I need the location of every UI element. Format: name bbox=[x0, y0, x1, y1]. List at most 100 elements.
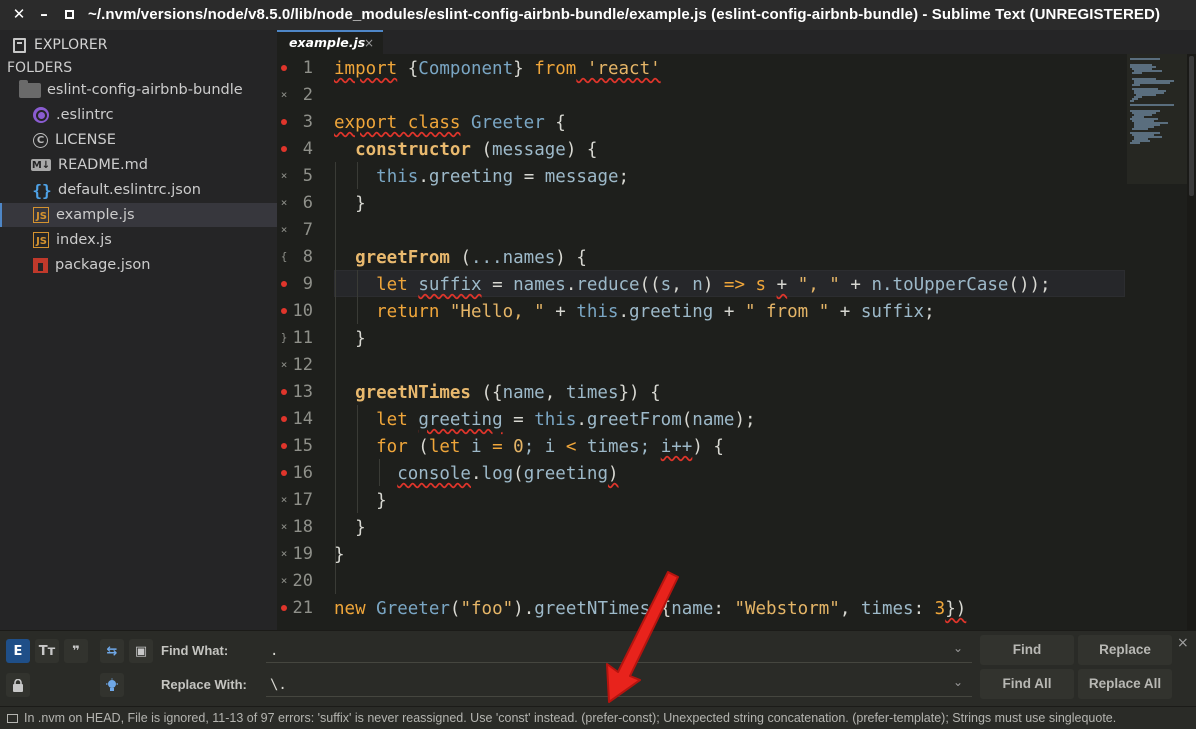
line-number: 20 bbox=[292, 571, 313, 591]
tree-item-example-js[interactable]: JS example.js bbox=[0, 203, 277, 227]
tree-item-label: .eslintrc bbox=[56, 107, 114, 123]
tree-item-eslintrc[interactable]: .eslintrc bbox=[0, 103, 277, 127]
maximize-window-button[interactable] bbox=[60, 5, 78, 23]
code-line-3: export class Greeter { bbox=[334, 113, 566, 133]
tree-item-label: package.json bbox=[55, 257, 151, 273]
line-number: 16 bbox=[292, 463, 313, 483]
line-number: 15 bbox=[292, 436, 313, 456]
status-text: In .nvm on HEAD, File is ignored, 11-13 … bbox=[24, 711, 1117, 725]
wrap-toggle[interactable]: ⇆ bbox=[100, 639, 124, 663]
minimap-line bbox=[1132, 84, 1140, 86]
close-window-button[interactable]: ✕ bbox=[10, 5, 28, 23]
line-number: 10 bbox=[292, 301, 313, 321]
line-number: 12 bbox=[292, 355, 313, 375]
title-bar: ✕ – ~/.nvm/versions/node/v8.5.0/lib/node… bbox=[0, 0, 1196, 30]
minimap-line bbox=[1130, 104, 1174, 106]
error-dot-icon bbox=[280, 601, 288, 614]
code-line-8: greetFrom (...names) { bbox=[334, 248, 587, 268]
tree-item-label: default.eslintrc.json bbox=[58, 182, 201, 198]
lint-marker-icon: × bbox=[280, 196, 288, 209]
window-title: ~/.nvm/versions/node/v8.5.0/lib/node_mod… bbox=[88, 6, 1161, 23]
tree-item-default-eslintrc-json[interactable]: {} default.eslintrc.json bbox=[0, 178, 277, 202]
code-line-11: } bbox=[334, 329, 366, 349]
gutter-row: 16 bbox=[277, 461, 327, 488]
tab-close-icon[interactable]: × bbox=[364, 32, 374, 54]
line-number: 21 bbox=[292, 598, 313, 618]
folders-label: FOLDERS bbox=[7, 60, 73, 76]
replace-button[interactable]: Replace bbox=[1078, 635, 1172, 665]
code-line-4: constructor (message) { bbox=[334, 140, 598, 160]
tree-item-index-js[interactable]: JS index.js bbox=[0, 228, 277, 252]
gutter-row: 4 bbox=[277, 137, 327, 164]
explorer-header: EXPLORER bbox=[13, 34, 108, 56]
code-line-21: new Greeter("foo").greetNTimes({name: "W… bbox=[334, 599, 967, 619]
line-number: 6 bbox=[302, 193, 313, 213]
code-line-15: for (let i = 0; i < times; i++) { bbox=[334, 437, 724, 457]
minimize-window-button[interactable]: – bbox=[35, 5, 53, 23]
explorer-label: EXPLORER bbox=[34, 37, 108, 53]
in-selection-toggle[interactable]: ▣ bbox=[129, 639, 153, 663]
minimap-line bbox=[1132, 128, 1148, 130]
code-line-5: this.greeting = message; bbox=[376, 167, 630, 187]
error-dot-icon bbox=[280, 277, 288, 290]
scrollbar-thumb[interactable] bbox=[1189, 56, 1194, 196]
tree-item-label: example.js bbox=[56, 207, 135, 223]
gutter-row: 3 bbox=[277, 110, 327, 137]
js-icon: JS bbox=[33, 207, 49, 223]
find-input[interactable] bbox=[266, 635, 972, 663]
preserve-case-toggle[interactable] bbox=[6, 673, 30, 697]
tree-folder-root[interactable]: eslint-config-airbnb-bundle bbox=[0, 78, 277, 102]
find-button[interactable]: Find bbox=[980, 635, 1074, 665]
code-line-1: import {Component} from 'react' bbox=[334, 59, 661, 79]
find-what-label: Find What: bbox=[161, 643, 229, 658]
gutter-row: 21 bbox=[277, 596, 327, 623]
regex-toggle[interactable]: E bbox=[6, 639, 30, 663]
gutter-row: × 12 bbox=[277, 353, 327, 380]
code-line-16: console.log(greeting) bbox=[397, 464, 619, 484]
markdown-icon: M↓ bbox=[31, 159, 51, 171]
tree-item-label: LICENSE bbox=[55, 132, 116, 148]
gutter-row: × 20 bbox=[277, 569, 327, 596]
tab-bar: example.js × bbox=[277, 30, 1196, 54]
whole-word-toggle[interactable]: ❞ bbox=[64, 639, 88, 663]
minimap-line bbox=[1130, 142, 1140, 144]
code-editor[interactable]: 1 × 2 3 4 × 5 × 6 × 7{8 9 10} 11 × 12 13 14 15 16 × 17 × 18 × 19 ×… bbox=[277, 54, 1125, 630]
minimap[interactable] bbox=[1125, 54, 1187, 630]
js-icon: JS bbox=[33, 232, 49, 248]
line-number: 18 bbox=[292, 517, 313, 537]
error-dot-icon bbox=[280, 385, 288, 398]
highlight-matches-toggle[interactable] bbox=[100, 673, 124, 697]
gutter-row: 14 bbox=[277, 407, 327, 434]
gutter-row: × 19 bbox=[277, 542, 327, 569]
replace-input[interactable] bbox=[266, 669, 972, 697]
gutter-row: × 2 bbox=[277, 83, 327, 110]
lint-marker-icon: × bbox=[280, 358, 288, 371]
panel-toggle-icon[interactable] bbox=[7, 714, 18, 723]
code-line-13: greetNTimes ({name, times}) { bbox=[334, 383, 661, 403]
find-all-button[interactable]: Find All bbox=[980, 669, 1074, 699]
code-line-6: } bbox=[334, 194, 366, 214]
lint-marker-icon: { bbox=[280, 250, 288, 263]
gutter-row: × 17 bbox=[277, 488, 327, 515]
gutter-row: 1 bbox=[277, 56, 327, 83]
status-bar: In .nvm on HEAD, File is ignored, 11-13 … bbox=[0, 706, 1196, 729]
tree-item-label: README.md bbox=[58, 157, 148, 173]
gutter-row: 10 bbox=[277, 299, 327, 326]
line-number: 5 bbox=[302, 166, 313, 186]
replace-all-button[interactable]: Replace All bbox=[1078, 669, 1172, 699]
vertical-scrollbar[interactable] bbox=[1187, 54, 1196, 630]
find-history-dropdown-icon[interactable]: ⌄ bbox=[953, 641, 967, 655]
line-number: 2 bbox=[302, 85, 313, 105]
gutter-row: 15 bbox=[277, 434, 327, 461]
tab-example-js[interactable]: example.js × bbox=[277, 30, 383, 54]
case-sensitive-toggle[interactable]: Tт bbox=[35, 639, 59, 663]
tree-item-license[interactable]: C LICENSE bbox=[0, 128, 277, 152]
line-number: 11 bbox=[292, 328, 313, 348]
code-line-14: let greeting = this.greetFrom(name); bbox=[334, 410, 756, 430]
tree-item-package-json[interactable]: package.json bbox=[0, 253, 277, 277]
line-number: 3 bbox=[302, 112, 313, 132]
close-find-panel-icon[interactable]: × bbox=[1177, 635, 1189, 651]
code-line-10: return "Hello, " + this.greeting + " fro… bbox=[334, 302, 935, 322]
replace-history-dropdown-icon[interactable]: ⌄ bbox=[953, 675, 967, 689]
tree-item-readme[interactable]: M↓ README.md bbox=[0, 153, 277, 177]
